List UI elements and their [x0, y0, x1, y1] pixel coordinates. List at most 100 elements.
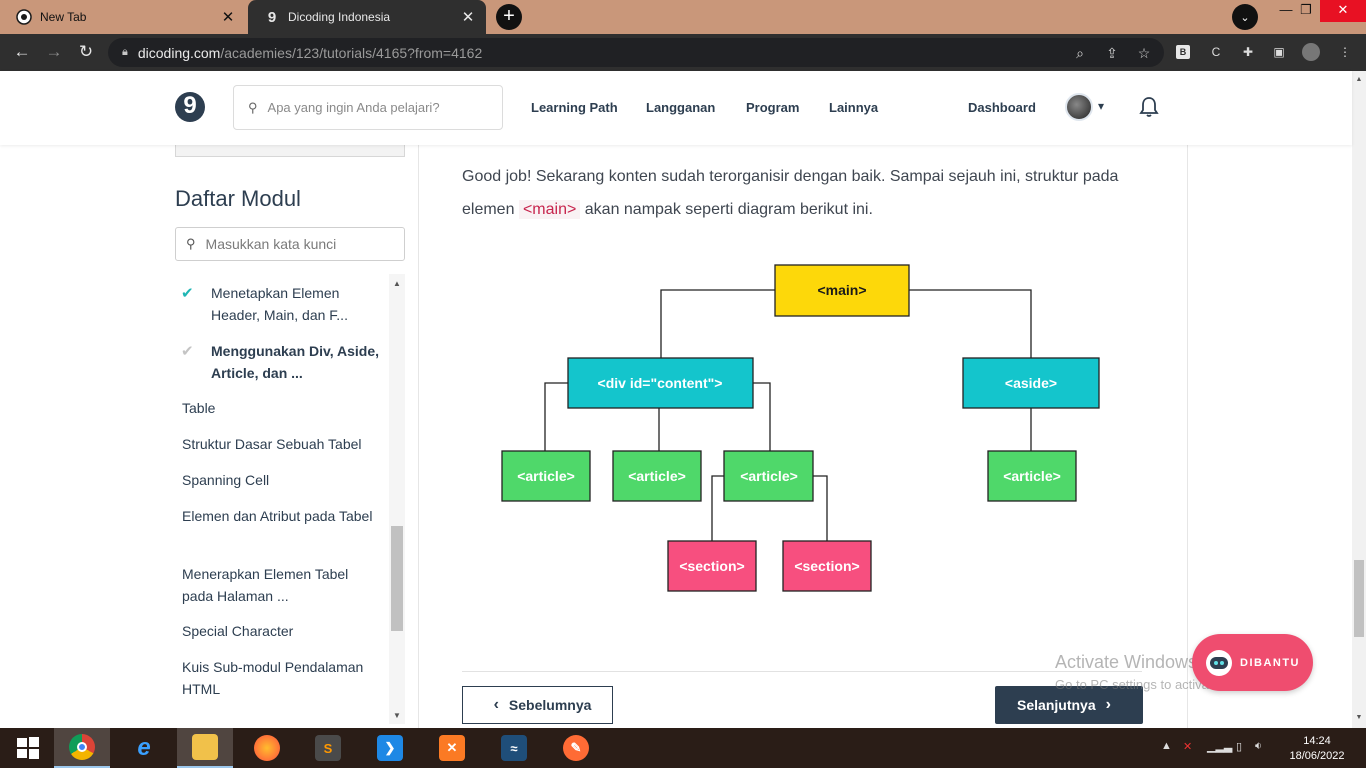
- lock-icon: 🔒︎: [122, 46, 128, 58]
- xampp-icon: ✕: [439, 735, 465, 761]
- scroll-up-icon[interactable]: ▲: [389, 279, 405, 288]
- mysql-workbench-icon: ≈: [501, 735, 527, 761]
- chrome-icon: [16, 9, 32, 25]
- taskbar-mysql-workbench[interactable]: ≈: [486, 728, 542, 768]
- module-item[interactable]: Menetapkan Elemen Header, Main, dan F...: [211, 283, 381, 326]
- bell-icon[interactable]: [1139, 96, 1159, 118]
- module-list-scroll-thumb[interactable]: [391, 526, 403, 631]
- previous-button[interactable]: ‹ Sebelumnya: [462, 686, 613, 724]
- module-item[interactable]: Struktur Dasar Sebuah Tabel: [182, 434, 382, 456]
- taskbar-chrome[interactable]: [54, 728, 110, 768]
- lesson-paragraph: Good job! Sekarang konten sudah terorgan…: [462, 160, 1162, 226]
- clock-time: 14:24: [1303, 735, 1331, 747]
- module-item-current[interactable]: Menggunakan Div, Aside, Article, dan ...: [211, 341, 381, 384]
- taskbar-sublime[interactable]: S: [300, 728, 356, 768]
- search-icon: ⚲: [186, 236, 196, 251]
- module-item[interactable]: Menerapkan Elemen Tabel pada Halaman ...: [182, 564, 382, 607]
- forward-icon[interactable]: →: [42, 41, 66, 65]
- scroll-down-icon[interactable]: ▼: [389, 711, 405, 720]
- reload-icon[interactable]: ↻: [74, 41, 98, 65]
- diagram-article-label: <article>: [1003, 468, 1061, 484]
- zoom-icon[interactable]: ⌕: [1070, 43, 1090, 63]
- back-icon[interactable]: ←: [10, 41, 34, 65]
- taskbar-firefox[interactable]: [239, 728, 295, 768]
- volume-icon[interactable]: 🔉︎: [1255, 740, 1262, 753]
- close-window-button[interactable]: ✕: [1320, 0, 1366, 22]
- search-icon: ⚲: [248, 99, 258, 115]
- windows-icon: [17, 737, 39, 759]
- side-panel-icon[interactable]: ▣: [1270, 43, 1288, 61]
- content-divider: [462, 671, 1142, 672]
- diagram-aside-label: <aside>: [1005, 375, 1057, 391]
- module-item[interactable]: Table: [182, 398, 382, 420]
- nav-lainnya[interactable]: Lainnya: [829, 100, 878, 115]
- module-item[interactable]: Kuis Sub-modul Pendalaman HTML: [182, 657, 382, 700]
- chevron-left-icon: ‹: [493, 696, 499, 713]
- battery-icon[interactable]: ▯: [1236, 740, 1242, 753]
- dicoding-logo[interactable]: 9: [175, 92, 205, 122]
- vscode-icon: ❯: [377, 735, 403, 761]
- module-item[interactable]: Spanning Cell: [182, 470, 382, 492]
- url-host: dicoding.com: [137, 44, 221, 61]
- nav-dashboard[interactable]: Dashboard: [968, 100, 1036, 115]
- chrome-icon: [69, 734, 95, 760]
- nav-learning-path[interactable]: Learning Path: [531, 100, 618, 115]
- module-item[interactable]: Special Character: [182, 621, 382, 643]
- diagram-article-label: <article>: [740, 468, 798, 484]
- module-search-input[interactable]: ⚲ Masukkan kata kunci: [175, 227, 405, 261]
- browser-tab-strip: New Tab ✕ 9 Dicoding Indonesia ✕ + ⌄ — ❐…: [0, 0, 1366, 34]
- page-scroll-up-icon[interactable]: ▲: [1352, 76, 1366, 83]
- new-tab-button[interactable]: +: [496, 4, 522, 30]
- taskbar-file-explorer[interactable]: [177, 728, 233, 768]
- paragraph-text: akan nampak seperti diagram berikut ini.: [584, 201, 873, 218]
- check-pending-icon: ✔: [181, 343, 194, 360]
- tab-search-button[interactable]: ⌄: [1232, 4, 1258, 30]
- share-icon[interactable]: ⇪: [1102, 43, 1122, 63]
- page-scroll-thumb[interactable]: [1354, 560, 1364, 637]
- module-list: ✔ Menetapkan Elemen Header, Main, dan F.…: [175, 274, 387, 724]
- module-list-title: Daftar Modul: [175, 186, 301, 211]
- nav-langganan[interactable]: Langganan: [646, 100, 715, 115]
- address-bar[interactable]: 🔒︎ dicoding.com/academies/123/tutorials/…: [108, 38, 1164, 67]
- diagram-section-label: <section>: [794, 558, 859, 574]
- taskbar-vscode[interactable]: ❯: [362, 728, 418, 768]
- bookmark-star-icon[interactable]: ☆: [1134, 43, 1154, 63]
- start-button[interactable]: [0, 728, 56, 768]
- tab-new-tab[interactable]: New Tab ✕: [0, 0, 246, 34]
- content-border: [1187, 145, 1188, 728]
- dibantu-label: DIBANTU: [1240, 656, 1300, 669]
- taskbar-clock[interactable]: 14:24 18/06/2022: [1286, 734, 1348, 764]
- signal-icon[interactable]: ▁▂▃: [1207, 740, 1232, 753]
- close-tab-icon[interactable]: ✕: [460, 8, 476, 26]
- nav-program[interactable]: Program: [746, 100, 799, 115]
- extension-b-icon[interactable]: B: [1176, 45, 1190, 59]
- robot-icon: [1206, 649, 1232, 676]
- chevron-down-icon[interactable]: ▾: [1098, 99, 1104, 113]
- tab-title: New Tab: [40, 10, 87, 24]
- module-list-scrollbar[interactable]: [389, 274, 405, 724]
- site-search-input[interactable]: ⚲ Apa yang ingin Anda pelajari?: [233, 85, 503, 130]
- tray-expand-icon[interactable]: ▲: [1161, 740, 1172, 752]
- extension-c-icon[interactable]: C: [1207, 43, 1225, 61]
- inline-code-main: <main>: [518, 200, 581, 219]
- taskbar-internet-explorer[interactable]: e: [116, 728, 172, 768]
- module-search-placeholder: Masukkan kata kunci: [205, 236, 337, 252]
- extensions-puzzle-icon[interactable]: ✚: [1239, 43, 1257, 61]
- dibantu-chat-button[interactable]: DIBANTU: [1192, 634, 1313, 691]
- tab-dicoding[interactable]: 9 Dicoding Indonesia ✕: [248, 0, 486, 34]
- diagram-article-label: <article>: [517, 468, 575, 484]
- diagram-article-label: <article>: [628, 468, 686, 484]
- taskbar-xampp[interactable]: ✕: [424, 728, 480, 768]
- user-avatar[interactable]: [1065, 93, 1093, 121]
- internet-explorer-icon: e: [137, 734, 151, 761]
- next-button-label: Selanjutnya: [1017, 697, 1096, 713]
- module-item[interactable]: Elemen dan Atribut pada Tabel: [182, 506, 382, 528]
- profile-avatar[interactable]: [1302, 43, 1320, 61]
- browser-menu-icon[interactable]: ⋮: [1336, 43, 1354, 61]
- firefox-icon: [254, 735, 280, 761]
- windows-taskbar: e S ❯ ✕ ≈ ✎ ▲ ✕ ▁▂▃ ▯ 🔉︎: [0, 728, 1366, 768]
- page-scroll-down-icon[interactable]: ▼: [1352, 714, 1366, 721]
- network-warning-icon[interactable]: ✕: [1183, 740, 1192, 753]
- close-tab-icon[interactable]: ✕: [220, 8, 236, 26]
- taskbar-app-pen[interactable]: ✎: [548, 728, 604, 768]
